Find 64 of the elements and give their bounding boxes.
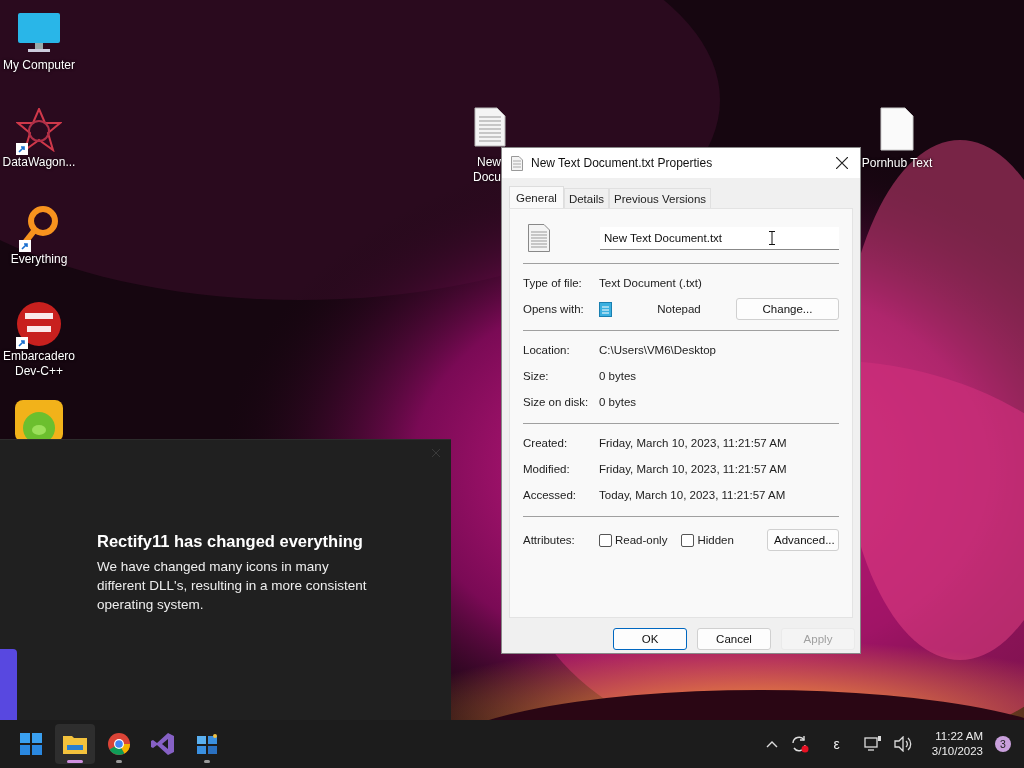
icon-label: DataWagon... [2,155,76,170]
property-label: Modified: [523,463,571,475]
property-label: Location: [523,344,571,356]
volume-icon[interactable] [893,736,912,752]
pig-game-icon[interactable] [15,400,63,442]
tiles-icon [196,733,218,755]
checkbox-label: Hidden [697,534,734,546]
text-file-icon [528,224,550,252]
text-cursor-icon [769,230,775,245]
property-label: Created: [523,437,569,449]
change-button[interactable]: Change... [736,298,839,320]
clock[interactable]: 11:22 AM 3/10/2023 [931,729,983,759]
property-label: Attributes: [523,534,576,546]
tab[interactable]: Previous Versions [609,188,712,208]
network-icon[interactable] [863,736,882,752]
property-label: Size: [523,370,550,382]
file-name-field[interactable]: New Text Document.txt [600,226,839,250]
property-value: 0 bytes [599,396,637,408]
tab[interactable]: General [509,186,564,208]
tab[interactable]: Details [563,188,610,208]
property-value: Notepad [656,302,702,317]
checkbox[interactable] [599,533,612,547]
checkbox-label: Read-only [615,534,668,546]
monitor-icon[interactable] [17,12,61,54]
icon-label: My Computer [3,58,75,73]
notification-body: We have changed many icons in many different DLL's, resulting in a more consistent operating system. [97,558,368,614]
property-value: Friday, March 10, 2023, 11:21:57 AM [599,463,787,475]
folder-icon [63,734,87,754]
ribbon-logo-icon [151,732,175,756]
checkbox[interactable] [681,533,695,547]
icon-label: Docu [473,170,501,185]
property-value: Text Document (.txt) [599,277,702,289]
window-title: New Text Document.txt Properties [531,156,714,170]
icon-label: Embarcadero [2,349,75,364]
taskbar-app[interactable] [55,724,95,764]
notepad-icon [599,301,612,317]
property-value: C:\Users\VM6\Desktop [599,344,716,356]
dialog-button[interactable]: OK [613,628,687,650]
icon-label: New [477,155,501,170]
icon-label: Dev-C++ [15,364,63,379]
blank-file-icon[interactable] [880,107,914,151]
sync-icon[interactable] [789,735,810,753]
chevron-up-icon[interactable] [765,740,778,748]
property-value: 0 bytes [599,370,637,382]
notification-title: Rectify11 has changed everything [97,532,364,551]
property-label: Accessed: [523,489,578,501]
property-label: Opens with: [523,303,585,315]
icon-label: Everything [10,252,68,267]
property-value: Friday, March 10, 2023, 11:21:57 AM [599,437,787,449]
advanced-button[interactable]: Advanced... [767,529,839,551]
property-label: Size on disk: [523,396,590,408]
property-label: Type of file: [523,277,583,289]
dialog-button[interactable]: Cancel [697,628,771,650]
text-file-icon[interactable] [474,107,506,147]
language-indicator[interactable]: ε [833,736,840,752]
document-icon [511,155,523,171]
windows-logo-icon [20,733,42,755]
star-icon[interactable] [16,108,62,152]
close-icon[interactable] [836,157,848,169]
browser-icon [108,733,130,755]
icon-label: Pornhub Text [861,156,933,171]
notification-badge[interactable]: 3 [995,736,1011,752]
property-value: Today, March 10, 2023, 11:21:57 AM [599,489,786,501]
dev-cpp-icon[interactable] [16,301,62,347]
